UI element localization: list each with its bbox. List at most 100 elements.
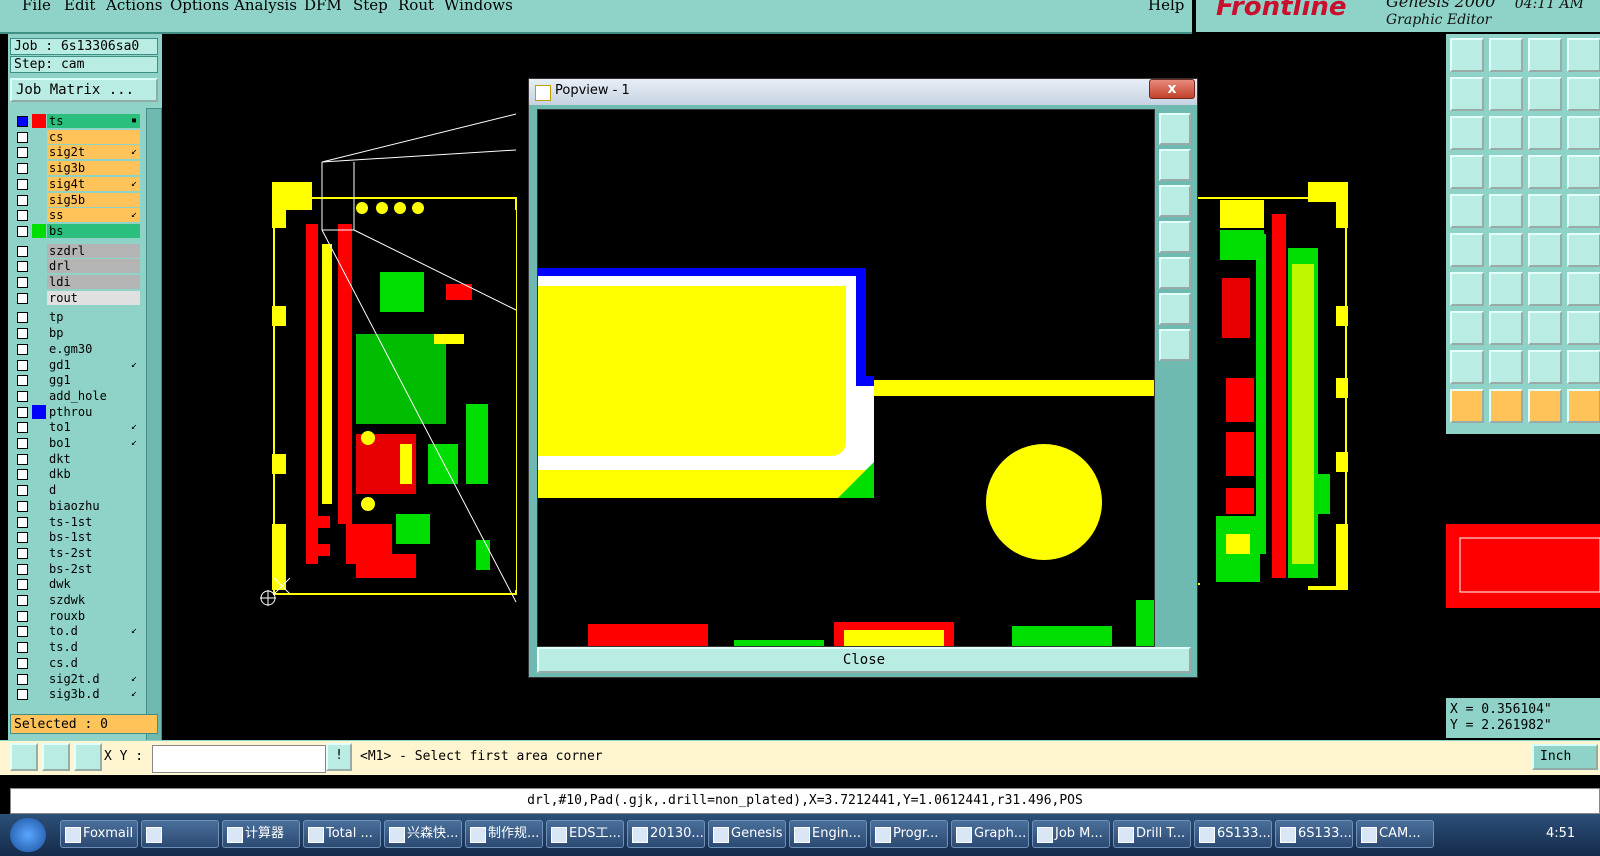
layer-checkbox[interactable] [17, 453, 28, 465]
menu-actions[interactable]: Actions [106, 0, 162, 14]
layer-checkbox[interactable] [17, 163, 28, 175]
resize-tool-icon[interactable] [1528, 311, 1562, 345]
delete-tool-icon[interactable] [1489, 233, 1523, 267]
layer-name[interactable]: ldi [47, 275, 140, 289]
layer-row[interactable]: add_hole [14, 388, 140, 404]
layer-color-swatch[interactable] [32, 275, 46, 289]
add-arc-tool-icon[interactable] [1489, 272, 1523, 306]
pan-right-button[interactable] [1159, 257, 1191, 289]
layer-checkbox[interactable] [17, 673, 28, 685]
layer-color-swatch[interactable] [32, 499, 46, 513]
layer-row[interactable]: dkb [14, 467, 140, 482]
fit-tool-icon[interactable] [1450, 116, 1484, 150]
popview-close-icon[interactable]: x [1149, 79, 1195, 99]
layer-checkbox[interactable] [17, 626, 28, 638]
triangle-3-tool-icon[interactable] [1528, 350, 1562, 384]
units-select[interactable]: Inch [1532, 744, 1598, 770]
layer-color-swatch[interactable] [32, 291, 46, 305]
layer-row[interactable]: dkt [14, 451, 140, 467]
zoom-in-button[interactable] [1159, 293, 1191, 325]
menu-help[interactable]: Help [1148, 0, 1184, 14]
layer-row[interactable]: bp [14, 326, 140, 341]
layer-checkbox[interactable] [17, 245, 28, 257]
layer-name[interactable]: ts-2st [47, 545, 140, 560]
zoom-home-button[interactable] [1159, 329, 1191, 361]
layer-row[interactable]: cs.d [14, 655, 140, 671]
layer-name[interactable]: bs-1st [47, 530, 140, 545]
save-tool-icon[interactable] [1489, 38, 1523, 72]
layer-row[interactable]: e.gm30 [14, 341, 140, 357]
layer-checkbox[interactable] [17, 532, 28, 544]
undo-tool-icon[interactable] [1528, 77, 1562, 111]
layer-checkbox[interactable] [17, 469, 28, 481]
layer-checkbox[interactable] [17, 312, 28, 324]
taskbar-item[interactable]: Graph... [951, 820, 1029, 848]
taskbar-item[interactable]: Engin... [789, 820, 867, 848]
menu-dfm[interactable]: DFM [304, 0, 342, 14]
copy-tool-icon[interactable] [1567, 311, 1600, 345]
layer-color-swatch[interactable] [32, 577, 46, 591]
layer-row[interactable]: sig5b [14, 192, 140, 208]
layer-scrollbar[interactable] [146, 108, 162, 750]
layer-color-swatch[interactable] [32, 687, 46, 701]
layer-color-swatch[interactable] [32, 358, 46, 372]
layer-row[interactable]: to1 ↙ [14, 420, 140, 435]
query-tool-icon[interactable] [1567, 116, 1600, 150]
layer-color-swatch[interactable] [32, 145, 46, 159]
layer-color-swatch[interactable] [32, 310, 46, 324]
layer-checkbox[interactable] [17, 547, 28, 559]
layer-checkbox[interactable] [17, 500, 28, 512]
select-pad-tool-icon[interactable] [1450, 194, 1484, 228]
layer-color-swatch[interactable] [32, 530, 46, 544]
layer-row[interactable]: sig2t ↙ [14, 145, 140, 160]
xy-input[interactable] [152, 745, 326, 773]
layer-color-swatch[interactable] [32, 624, 46, 638]
pan-up-button[interactable] [1159, 149, 1191, 181]
layer-checkbox[interactable] [17, 292, 28, 304]
triangle-2-tool-icon[interactable] [1489, 350, 1523, 384]
layer-checkbox[interactable] [17, 642, 28, 654]
layer-checkbox[interactable] [17, 359, 28, 371]
layer-row[interactable]: ldi [14, 275, 140, 290]
menu-step[interactable]: Step [353, 0, 388, 14]
layer-name[interactable]: e.gm30 [47, 341, 140, 356]
layer-row[interactable]: rout [14, 290, 140, 306]
layer-name[interactable]: sig4t ↙ [47, 176, 140, 191]
layer-color-swatch[interactable] [32, 546, 46, 560]
layer-name[interactable]: biaozhu [47, 498, 140, 513]
layer-name[interactable]: sig2t.d ↙ [47, 671, 140, 686]
layer-checkbox[interactable] [17, 210, 28, 222]
grid-tool-icon[interactable] [1567, 155, 1600, 189]
layer-row[interactable]: bs-1st [14, 530, 140, 545]
layer-name[interactable]: sig3b [47, 161, 140, 176]
taskbar-item[interactable]: 20130... [627, 820, 705, 848]
layer-color-swatch[interactable] [32, 562, 46, 576]
measure-icon[interactable] [42, 743, 70, 771]
layer-color-swatch[interactable] [32, 467, 46, 481]
layer-checkbox[interactable] [17, 422, 28, 434]
layer-checkbox[interactable] [17, 131, 28, 143]
layer-color-swatch[interactable] [32, 420, 46, 434]
layer-name[interactable]: gd1 ↙ [47, 357, 140, 372]
layer-checkbox[interactable] [17, 516, 28, 528]
pointer-3-tool-icon[interactable] [1528, 389, 1562, 423]
layer-name[interactable]: dkt [47, 451, 140, 466]
center-tool-icon[interactable] [1489, 116, 1523, 150]
layer-name[interactable]: drl [47, 259, 140, 274]
taskbar-item[interactable]: Progr... [870, 820, 948, 848]
layer-row[interactable]: d [14, 483, 140, 498]
layer-name[interactable]: rout [47, 290, 140, 305]
layer-color-swatch[interactable] [32, 161, 46, 175]
pointer-1-tool-icon[interactable] [1450, 389, 1484, 423]
layer-row[interactable]: biaozhu [14, 498, 140, 514]
layer-checkbox[interactable] [17, 406, 28, 418]
layer-checkbox[interactable] [17, 178, 28, 190]
layer-checkbox[interactable] [17, 277, 28, 288]
taskbar-item[interactable]: Total ... [303, 820, 381, 848]
pan-left-button[interactable] [1159, 221, 1191, 253]
menu-edit[interactable]: Edit [64, 0, 95, 14]
layer-row[interactable]: gg1 [14, 373, 140, 388]
layer-color-swatch[interactable] [32, 130, 46, 144]
measure-tool-icon[interactable] [1528, 194, 1562, 228]
layer-row[interactable]: gd1 ↙ [14, 357, 140, 373]
